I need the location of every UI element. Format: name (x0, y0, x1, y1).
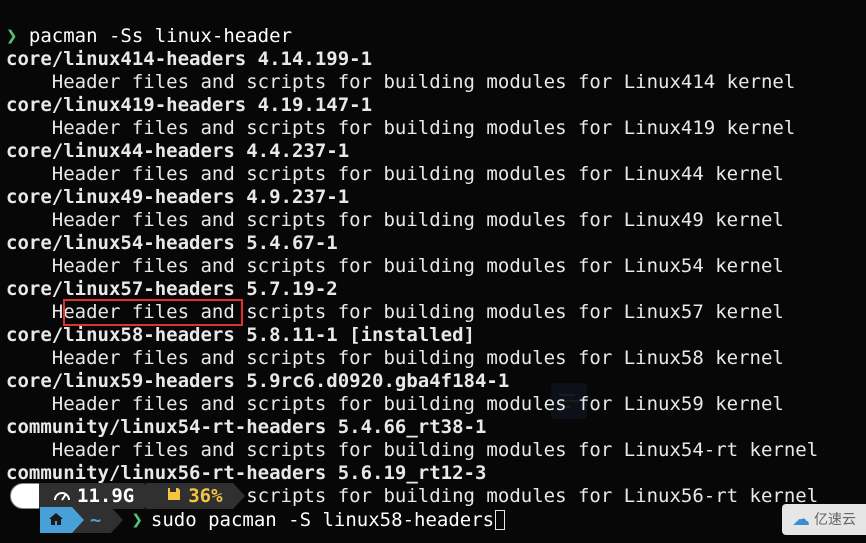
command-line-1: pacman -Ss linux-header (29, 25, 292, 47)
package-description: Header files and scripts for building mo… (6, 347, 784, 369)
home-icon (48, 509, 64, 532)
package-entry: core/linux44-headers 4.4.237-1 (6, 140, 349, 162)
disk-save-icon (166, 485, 182, 508)
package-entry: community/linux56-rt-headers 5.6.19_rt12… (6, 462, 486, 484)
package-entry: community/linux54-rt-headers 5.4.66_rt38… (6, 416, 486, 438)
prompt-arrow-icon: ❯ (131, 509, 142, 532)
package-entry: core/linux419-headers 4.19.147-1 (6, 94, 372, 116)
prompt-home-segment (40, 507, 72, 533)
prompt-arrow-icon: ❯ (6, 25, 17, 47)
package-entry: core/linux54-headers 5.4.67-1 (6, 232, 338, 254)
disk-usage-segment: 11.9G (39, 483, 144, 509)
package-description: Header files and scripts for building mo… (6, 117, 795, 139)
package-description: Header files and scripts for building mo… (6, 255, 784, 277)
package-description: Header files and scripts for building mo… (6, 209, 784, 231)
watermark-text: 亿速云 (814, 508, 856, 531)
prompt-dir-text: ~ (90, 509, 101, 532)
package-entry-installed: core/linux58-headers 5.8.11-1 [installed… (6, 324, 475, 346)
memory-usage-value: 36% (188, 485, 222, 508)
memory-usage-segment: 36% (146, 483, 232, 509)
gauge-icon (53, 485, 71, 508)
command-line-2: sudo pacman -S linux58-headers (151, 509, 494, 532)
cloud-icon: ☁ (792, 508, 810, 531)
package-description: Header files and scripts for building mo… (6, 439, 818, 461)
package-description: Header files and scripts for building mo… (6, 71, 795, 93)
package-description: Header files and scripts for building mo… (6, 163, 784, 185)
prompt-command-area[interactable]: ❯ sudo pacman -S linux58-headers (111, 509, 505, 532)
watermark-badge: ☁ 亿速云 (782, 504, 866, 535)
disk-usage-value: 11.9G (77, 485, 134, 508)
package-description: Header files and scripts for building mo… (6, 393, 784, 415)
package-description: Header files and scripts for building mo… (6, 301, 784, 323)
prompt-bar: ~ ❯ sudo pacman -S linux58-headers (40, 507, 505, 533)
package-entry: core/linux59-headers 5.9rc6.d0920.gba4f1… (6, 370, 509, 392)
package-entry: core/linux414-headers 4.14.199-1 (6, 48, 372, 70)
status-bar: 11.9G 36% (10, 483, 233, 509)
terminal-window[interactable]: ❯ pacman -Ss linux-header core/linux414-… (0, 0, 866, 543)
package-entry: core/linux49-headers 4.9.237-1 (6, 186, 349, 208)
package-entry: core/linux57-headers 5.7.19-2 (6, 278, 338, 300)
text-cursor (495, 510, 505, 530)
